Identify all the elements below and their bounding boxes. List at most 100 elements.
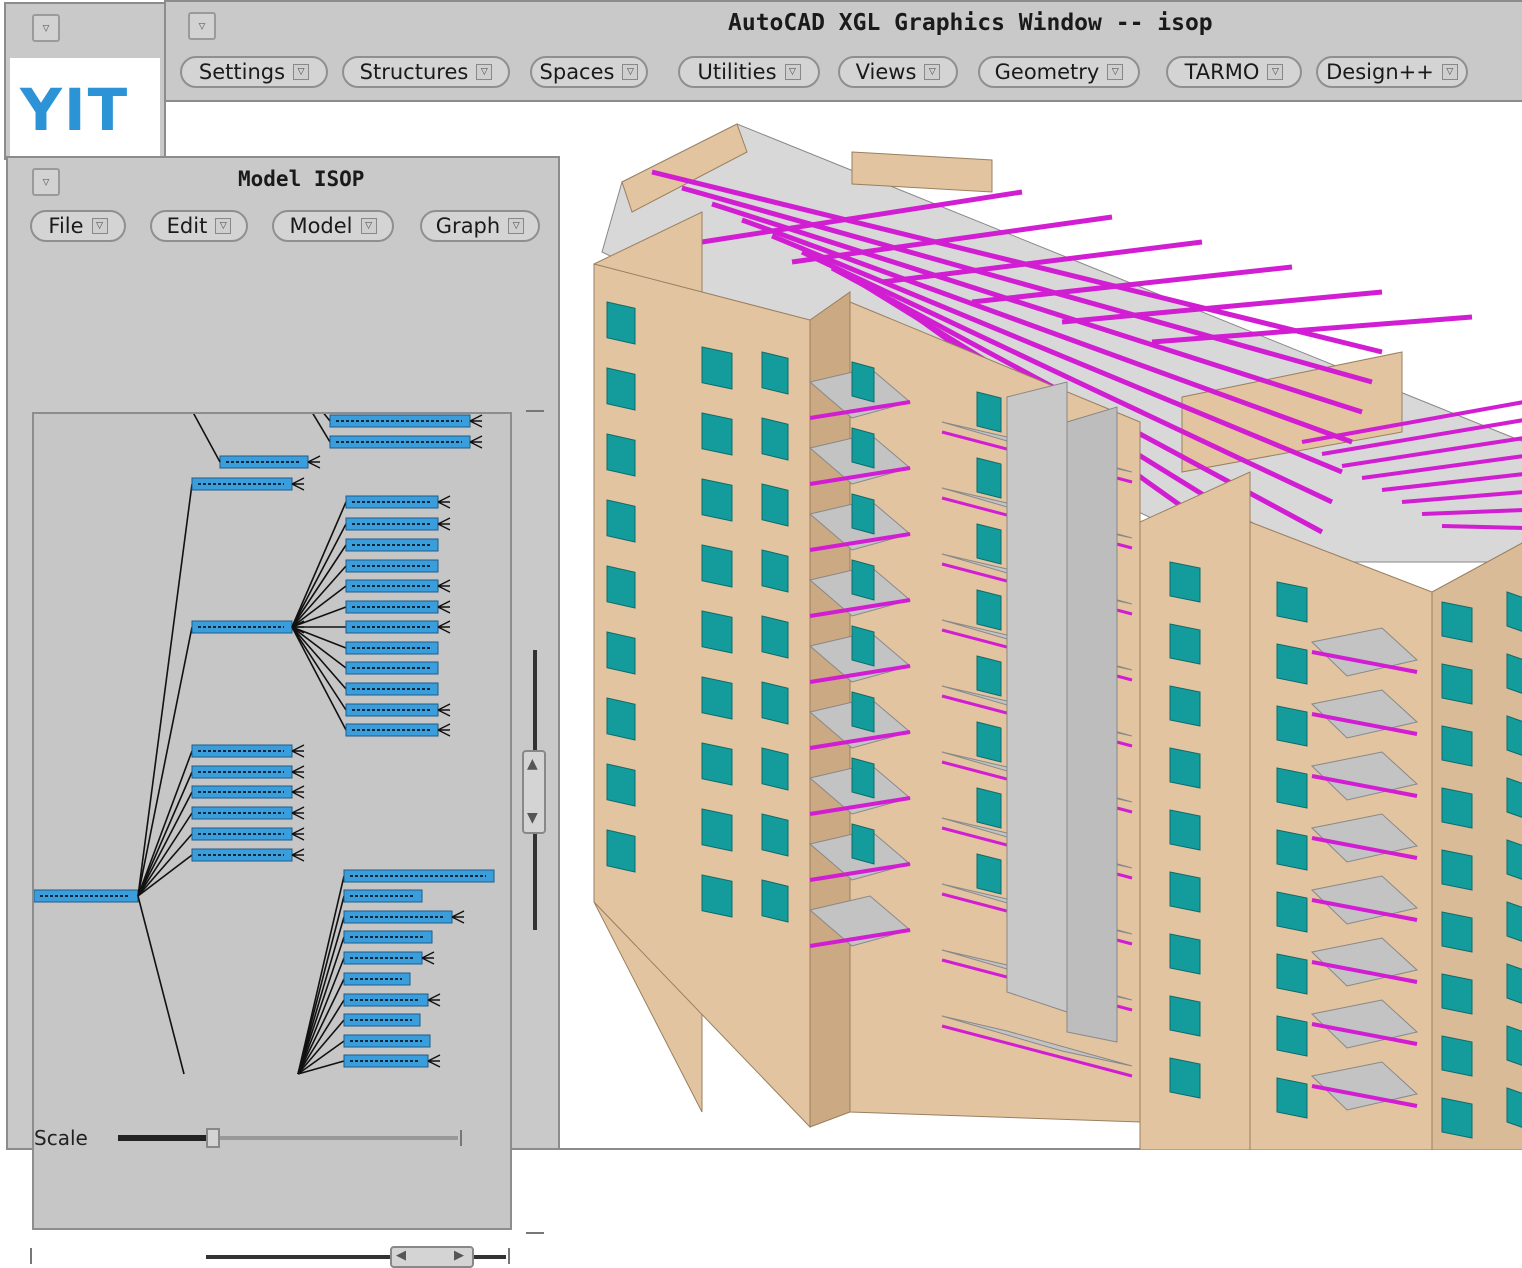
- window: [851, 361, 875, 403]
- window: [1169, 1057, 1201, 1099]
- chevron-down-icon: ▽: [91, 218, 108, 234]
- yit-logo: YIT: [20, 76, 130, 144]
- window: [606, 631, 636, 675]
- scroll-up-icon[interactable]: ▲: [527, 756, 538, 772]
- graph-node[interactable]: [191, 785, 293, 799]
- main-utilities-button[interactable]: Utilities ▽: [678, 56, 820, 88]
- main-geometry-button[interactable]: Geometry ▽: [978, 56, 1140, 88]
- crowfoot-icon: [469, 414, 483, 428]
- window: [851, 427, 875, 469]
- main-settings-button[interactable]: Settings ▽: [180, 56, 328, 88]
- main-tarmo-button[interactable]: TARMO ▽: [1166, 56, 1302, 88]
- graph-edge: [297, 936, 345, 1075]
- crowfoot-icon: [437, 703, 451, 717]
- main-window-menu-icon[interactable]: ▿: [188, 12, 216, 40]
- main-views-button[interactable]: Views ▽: [838, 56, 958, 88]
- crowfoot-icon: [307, 455, 321, 469]
- hscroll-left-cap: [30, 1248, 36, 1264]
- window: [1506, 715, 1522, 756]
- model-window-menu-icon[interactable]: ▿: [32, 168, 60, 196]
- crowfoot-icon: [437, 517, 451, 531]
- horizontal-scrollbar[interactable]: ◀ ▶: [30, 1246, 514, 1268]
- scale-slider[interactable]: [112, 1128, 464, 1150]
- main-menu-label: TARMO: [1184, 60, 1260, 84]
- logo-panel: YIT: [10, 58, 160, 156]
- building-3d-viewport[interactable]: [560, 104, 1522, 1150]
- window: [976, 655, 1002, 697]
- graph-node[interactable]: [191, 848, 293, 862]
- window: [1506, 901, 1522, 942]
- window: [1169, 995, 1201, 1037]
- chevron-down-icon: ▽: [476, 64, 493, 80]
- window: [976, 523, 1002, 565]
- graph-node[interactable]: [191, 744, 293, 758]
- model-edit-button[interactable]: Edit ▽: [150, 210, 248, 242]
- main-menu-label: Design++: [1326, 60, 1434, 84]
- model-file-button[interactable]: File ▽: [30, 210, 126, 242]
- chevron-down-icon: ▽: [1441, 64, 1458, 80]
- window: [761, 813, 789, 857]
- graph-edge: [291, 626, 347, 669]
- window: [851, 757, 875, 799]
- scroll-bottom-cap: [526, 1228, 544, 1234]
- scale-slider-thumb[interactable]: [206, 1128, 220, 1148]
- window: [1441, 1035, 1473, 1077]
- graph-edge: [137, 895, 185, 1075]
- model-graph-canvas[interactable]: [32, 412, 512, 1230]
- window: [761, 879, 789, 923]
- scroll-down-icon[interactable]: ▼: [527, 810, 538, 826]
- window: [976, 721, 1002, 763]
- crowfoot-icon: [437, 600, 451, 614]
- main-menu-label: Settings: [198, 60, 286, 84]
- graph-edge: [137, 750, 193, 897]
- main-spaces-button[interactable]: Spaces ▽: [530, 56, 648, 88]
- window: [761, 417, 789, 461]
- scale-slider-fill: [118, 1135, 208, 1141]
- graph-edge: [297, 916, 345, 1075]
- logo-window-menu-icon[interactable]: ▿: [32, 14, 60, 42]
- scale-label: Scale: [34, 1126, 88, 1150]
- graph-node[interactable]: [191, 806, 293, 820]
- main-menu-label: Spaces: [539, 60, 615, 84]
- window: [1276, 891, 1308, 933]
- model-menu-label: File: [48, 214, 84, 238]
- logo-window: ▿ YIT: [4, 2, 166, 160]
- model-graph-button[interactable]: Graph ▽: [420, 210, 540, 242]
- scroll-elevator[interactable]: ▲ ▼: [522, 750, 546, 834]
- window: [976, 853, 1002, 895]
- model-menu-label: Model: [289, 214, 353, 238]
- scale-slider-end: [456, 1130, 462, 1146]
- main-menu-label: Views: [855, 60, 917, 84]
- window: [606, 565, 636, 609]
- window: [1276, 705, 1308, 747]
- crowfoot-icon: [421, 951, 435, 965]
- chevron-down-icon: ▽: [215, 218, 232, 234]
- stair-column: [1006, 381, 1068, 1013]
- window: [761, 351, 789, 395]
- scroll-left-icon[interactable]: ◀: [396, 1248, 406, 1263]
- model-graph[interactable]: [34, 414, 510, 1228]
- window: [851, 823, 875, 865]
- window: [1169, 623, 1201, 665]
- main-design-button[interactable]: Design++ ▽: [1316, 56, 1468, 88]
- crowfoot-icon: [291, 785, 305, 799]
- graph-node[interactable]: [191, 620, 293, 634]
- crowfoot-icon: [437, 579, 451, 593]
- window: [701, 808, 733, 852]
- vertical-scrollbar[interactable]: ▲ ▼: [520, 410, 548, 1236]
- window: [1441, 601, 1473, 643]
- graph-node[interactable]: [191, 765, 293, 779]
- hscroll-elevator[interactable]: ◀ ▶: [390, 1246, 474, 1268]
- graph-node[interactable]: [191, 477, 293, 491]
- window: [1506, 591, 1522, 632]
- main-menu-label: Structures: [359, 60, 469, 84]
- window: [1276, 581, 1308, 623]
- graph-node[interactable]: [191, 827, 293, 841]
- main-structures-button[interactable]: Structures ▽: [342, 56, 510, 88]
- scroll-right-icon[interactable]: ▶: [454, 1248, 464, 1263]
- model-model-button[interactable]: Model ▽: [272, 210, 394, 242]
- window: [606, 763, 636, 807]
- window: [701, 346, 733, 390]
- crowfoot-icon: [291, 765, 305, 779]
- window: [1441, 1097, 1473, 1139]
